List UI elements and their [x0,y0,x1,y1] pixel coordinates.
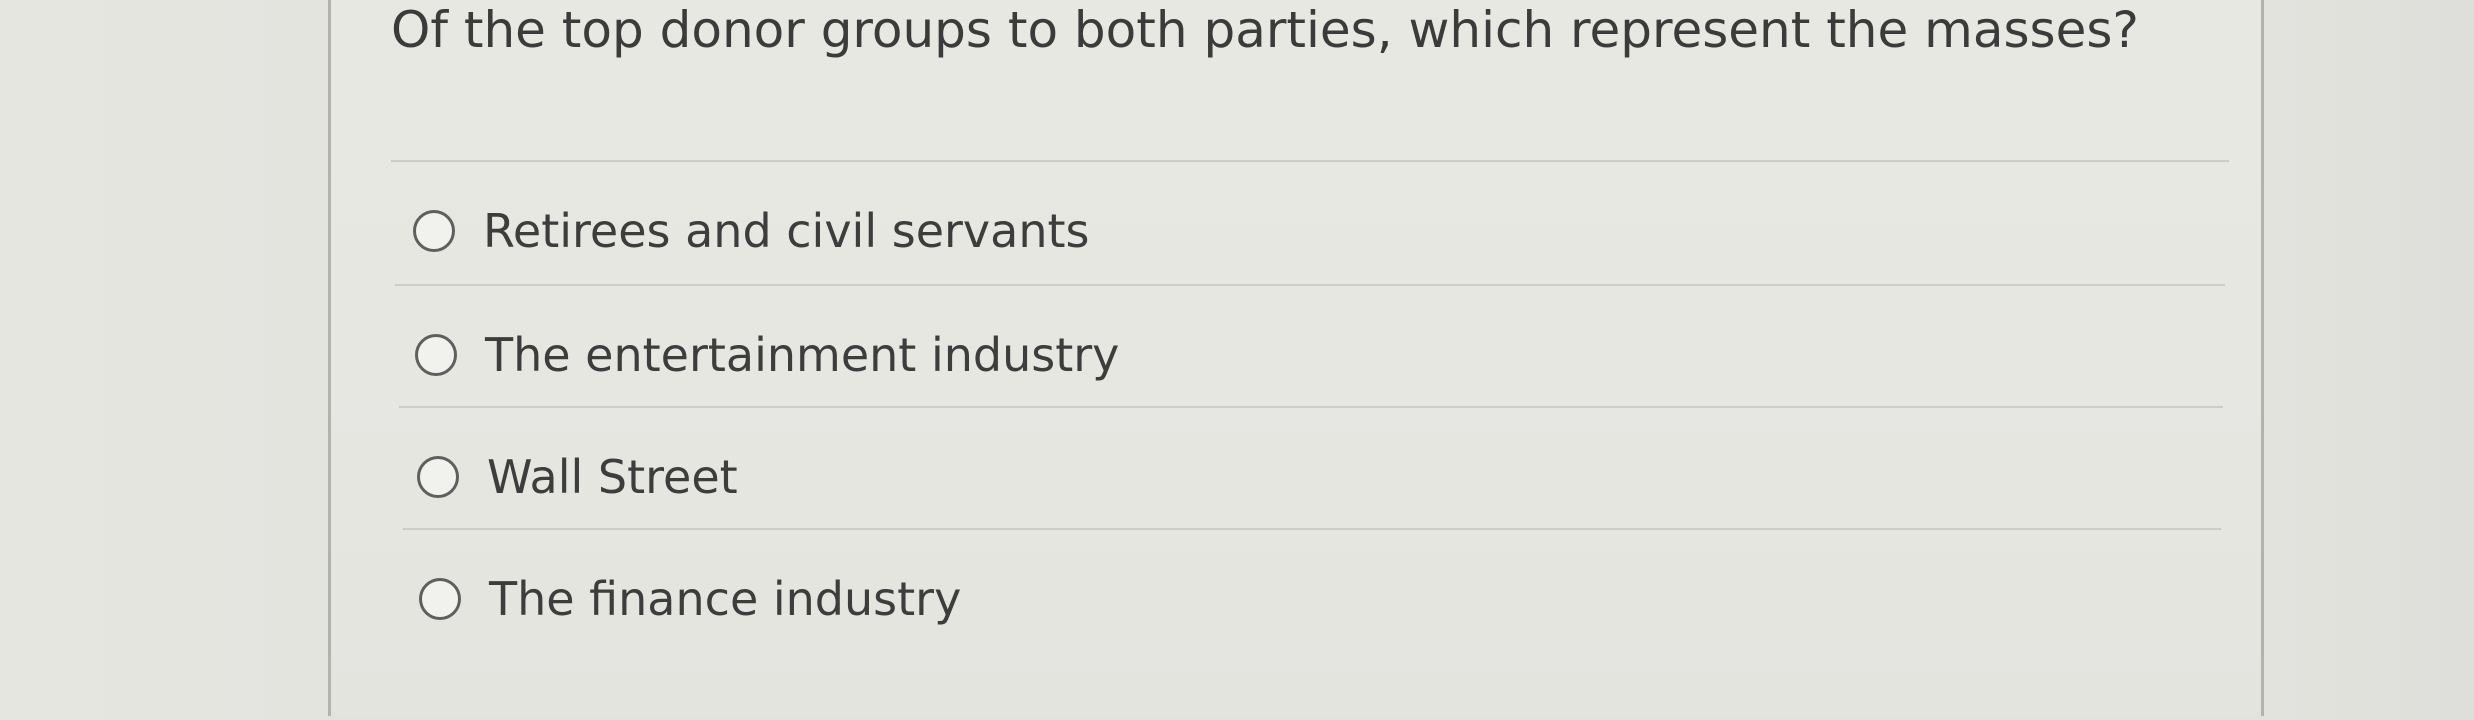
option-label: Wall Street [487,450,738,504]
radio-button[interactable] [417,456,459,498]
option-label: The entertainment industry [485,328,1120,382]
option-divider [399,406,2223,408]
page-margin-left [0,0,328,720]
page-margin-right [2266,0,2474,720]
option-divider [395,284,2225,286]
answer-option-retirees[interactable]: Retirees and civil servants [413,196,1090,266]
question-divider [391,160,2229,162]
answer-option-entertainment[interactable]: The entertainment industry [415,320,1119,390]
radio-button[interactable] [419,578,461,620]
radio-button[interactable] [413,210,455,252]
option-divider [403,528,2221,530]
question-text: Of the top donor groups to both parties,… [391,1,2139,59]
option-label: Retirees and civil servants [483,204,1090,258]
option-label: The finance industry [489,572,962,626]
question-panel: Of the top donor groups to both parties,… [328,0,2264,716]
answer-option-wall-street[interactable]: Wall Street [417,442,738,512]
answer-option-finance[interactable]: The finance industry [419,564,961,634]
radio-button[interactable] [415,334,457,376]
